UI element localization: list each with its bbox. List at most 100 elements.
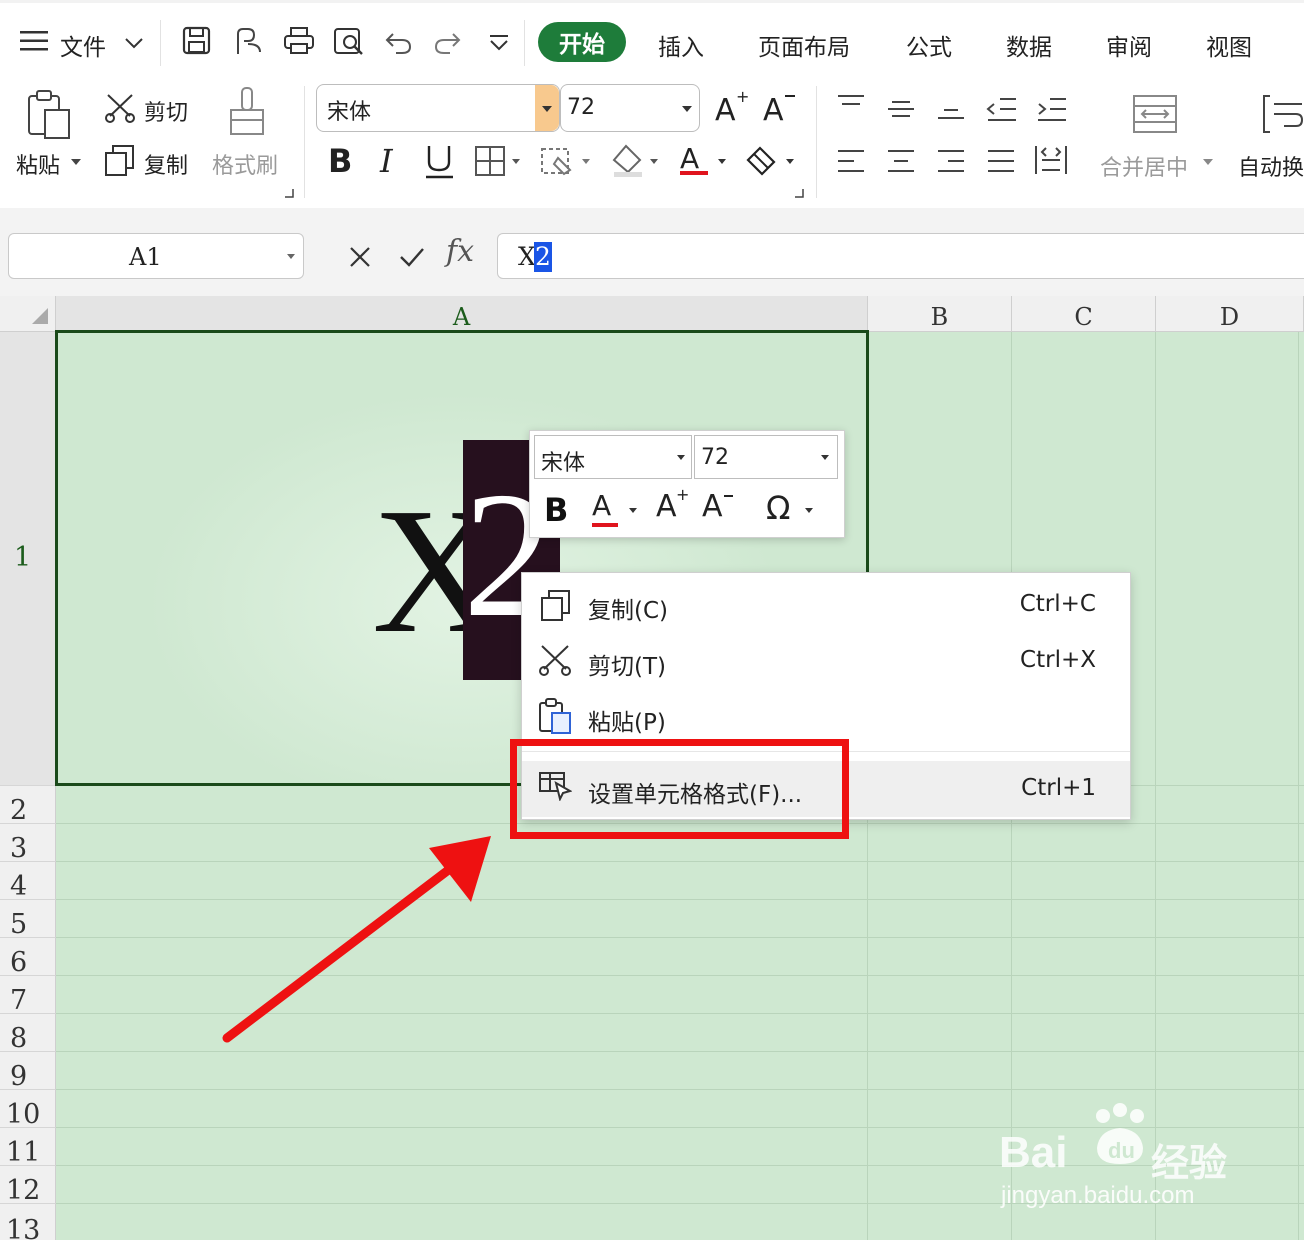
italic-icon[interactable]: I: [376, 142, 402, 178]
align-center-icon[interactable]: [886, 148, 916, 176]
scissors-icon[interactable]: [104, 92, 138, 124]
menu-item-shortcut: Ctrl+X: [1020, 647, 1096, 673]
row-header-10[interactable]: 10: [0, 1090, 56, 1130]
export-pdf-icon[interactable]: [232, 26, 266, 58]
format-painter-icon[interactable]: [228, 86, 268, 138]
cut-button-label[interactable]: 剪切: [144, 95, 188, 127]
row-header-3[interactable]: 3: [0, 824, 56, 864]
copy-button-label[interactable]: 复制: [144, 148, 188, 180]
merge-dropdown-icon[interactable]: [1202, 158, 1214, 166]
tab-data[interactable]: 数据: [1006, 28, 1052, 62]
tab-view[interactable]: 视图: [1206, 28, 1252, 62]
merge-center-label[interactable]: 合并居中: [1100, 150, 1188, 182]
row-number: 11: [6, 1137, 41, 1168]
row-header-6[interactable]: 6: [0, 938, 56, 978]
row-header-8[interactable]: 8: [0, 1014, 56, 1054]
font-name-dropdown[interactable]: [535, 85, 559, 131]
omega-symbol: Ω: [766, 489, 791, 527]
name-box[interactable]: A1: [8, 233, 304, 279]
font-color-icon[interactable]: A: [678, 140, 730, 178]
merge-center-icon[interactable]: [1132, 94, 1180, 134]
select-all-corner[interactable]: [0, 296, 56, 332]
formula-input[interactable]: X 2: [497, 233, 1304, 279]
dialog-launcher-icon[interactable]: [284, 188, 294, 198]
align-bottom-icon[interactable]: [936, 98, 966, 122]
tab-review[interactable]: 审阅: [1106, 28, 1152, 62]
mini-bold-icon[interactable]: B: [544, 491, 568, 529]
tab-page-layout[interactable]: 页面布局: [758, 28, 850, 62]
row-header-11[interactable]: 11: [0, 1128, 56, 1168]
font-size-select[interactable]: 72: [560, 84, 700, 132]
minus-sign-icon: [724, 495, 733, 497]
mini-font-name-select[interactable]: 宋体: [534, 435, 692, 479]
underline-icon[interactable]: [424, 142, 456, 180]
row-number: 13: [6, 1215, 41, 1246]
align-middle-icon[interactable]: [886, 98, 916, 122]
row-header-4[interactable]: 4: [0, 862, 56, 902]
cancel-edit-icon[interactable]: [348, 245, 372, 269]
redo-icon[interactable]: [432, 28, 462, 56]
insert-function-icon[interactable]: fx: [446, 234, 474, 269]
menu-item-copy[interactable]: 复制(C) Ctrl+C: [522, 577, 1130, 633]
mini-font-color-icon[interactable]: A: [590, 489, 640, 529]
paste-dropdown-icon[interactable]: [70, 158, 82, 166]
hamburger-menu-icon[interactable]: [20, 30, 50, 52]
column-header-b[interactable]: B: [868, 296, 1012, 332]
row-header-5[interactable]: 5: [0, 900, 56, 940]
wrap-text-icon[interactable]: [1262, 94, 1304, 134]
justify-icon[interactable]: [986, 148, 1016, 176]
paste-button-label[interactable]: 粘贴: [16, 148, 60, 180]
copy-icon[interactable]: [104, 144, 136, 178]
svg-text:B: B: [328, 142, 352, 178]
column-header-d[interactable]: D: [1156, 296, 1304, 332]
border-icon[interactable]: [474, 144, 524, 178]
tab-formulas[interactable]: 公式: [906, 28, 952, 62]
row-header-2[interactable]: 2: [0, 786, 56, 826]
confirm-edit-icon[interactable]: [398, 245, 426, 269]
print-preview-icon[interactable]: [333, 26, 367, 58]
font-name-select[interactable]: 宋体: [316, 84, 560, 132]
mini-shrink-font-icon[interactable]: A: [700, 489, 736, 529]
menu-item-shortcut: Ctrl+C: [1019, 591, 1096, 617]
increase-indent-icon[interactable]: [1036, 96, 1068, 124]
row-number: 6: [10, 947, 28, 978]
mini-symbol-icon[interactable]: Ω: [764, 489, 824, 529]
menu-item-paste[interactable]: 粘贴(P): [522, 689, 1130, 745]
tab-insert[interactable]: 插入: [658, 28, 704, 62]
increase-font-size-icon[interactable]: A +: [714, 88, 748, 124]
format-painter-label[interactable]: 格式刷: [212, 148, 278, 180]
fill-style-icon[interactable]: [540, 144, 594, 178]
clear-format-icon[interactable]: [744, 142, 800, 178]
align-left-icon[interactable]: [836, 148, 866, 176]
column-header-a[interactable]: A: [56, 296, 868, 332]
row-header-1[interactable]: 1: [0, 332, 56, 786]
paste-icon[interactable]: [26, 88, 74, 140]
dialog-launcher-icon[interactable]: [794, 188, 804, 198]
bold-icon[interactable]: B: [326, 142, 356, 178]
undo-icon[interactable]: [384, 28, 414, 56]
paste-icon: [539, 698, 571, 734]
align-top-icon[interactable]: [836, 94, 866, 118]
row-header-13[interactable]: 13: [0, 1204, 56, 1246]
row-header-7[interactable]: 7: [0, 976, 56, 1016]
print-icon[interactable]: [283, 26, 315, 56]
customize-toolbar-icon[interactable]: [488, 34, 510, 52]
formula-selected-text: 2: [534, 242, 552, 272]
row-header-12[interactable]: 12: [0, 1166, 56, 1206]
menu-item-shortcut: Ctrl+1: [1021, 775, 1096, 801]
align-right-icon[interactable]: [936, 148, 966, 176]
row-header-9[interactable]: 9: [0, 1052, 56, 1092]
column-header-c[interactable]: C: [1012, 296, 1156, 332]
wrap-text-label[interactable]: 自动换: [1238, 150, 1304, 182]
mini-grow-font-icon[interactable]: A +: [654, 485, 690, 529]
save-icon[interactable]: [182, 26, 212, 56]
file-menu[interactable]: 文件: [60, 28, 106, 62]
chevron-down-icon[interactable]: [124, 36, 144, 50]
decrease-font-size-icon[interactable]: A: [762, 88, 796, 124]
menu-item-cut[interactable]: 剪切(T) Ctrl+X: [522, 633, 1130, 689]
fill-color-icon[interactable]: [610, 140, 662, 178]
mini-font-size-select[interactable]: 72: [694, 435, 838, 479]
distributed-align-icon[interactable]: [1034, 144, 1068, 176]
decrease-indent-icon[interactable]: [986, 96, 1018, 124]
tab-home[interactable]: 开始: [538, 22, 626, 62]
